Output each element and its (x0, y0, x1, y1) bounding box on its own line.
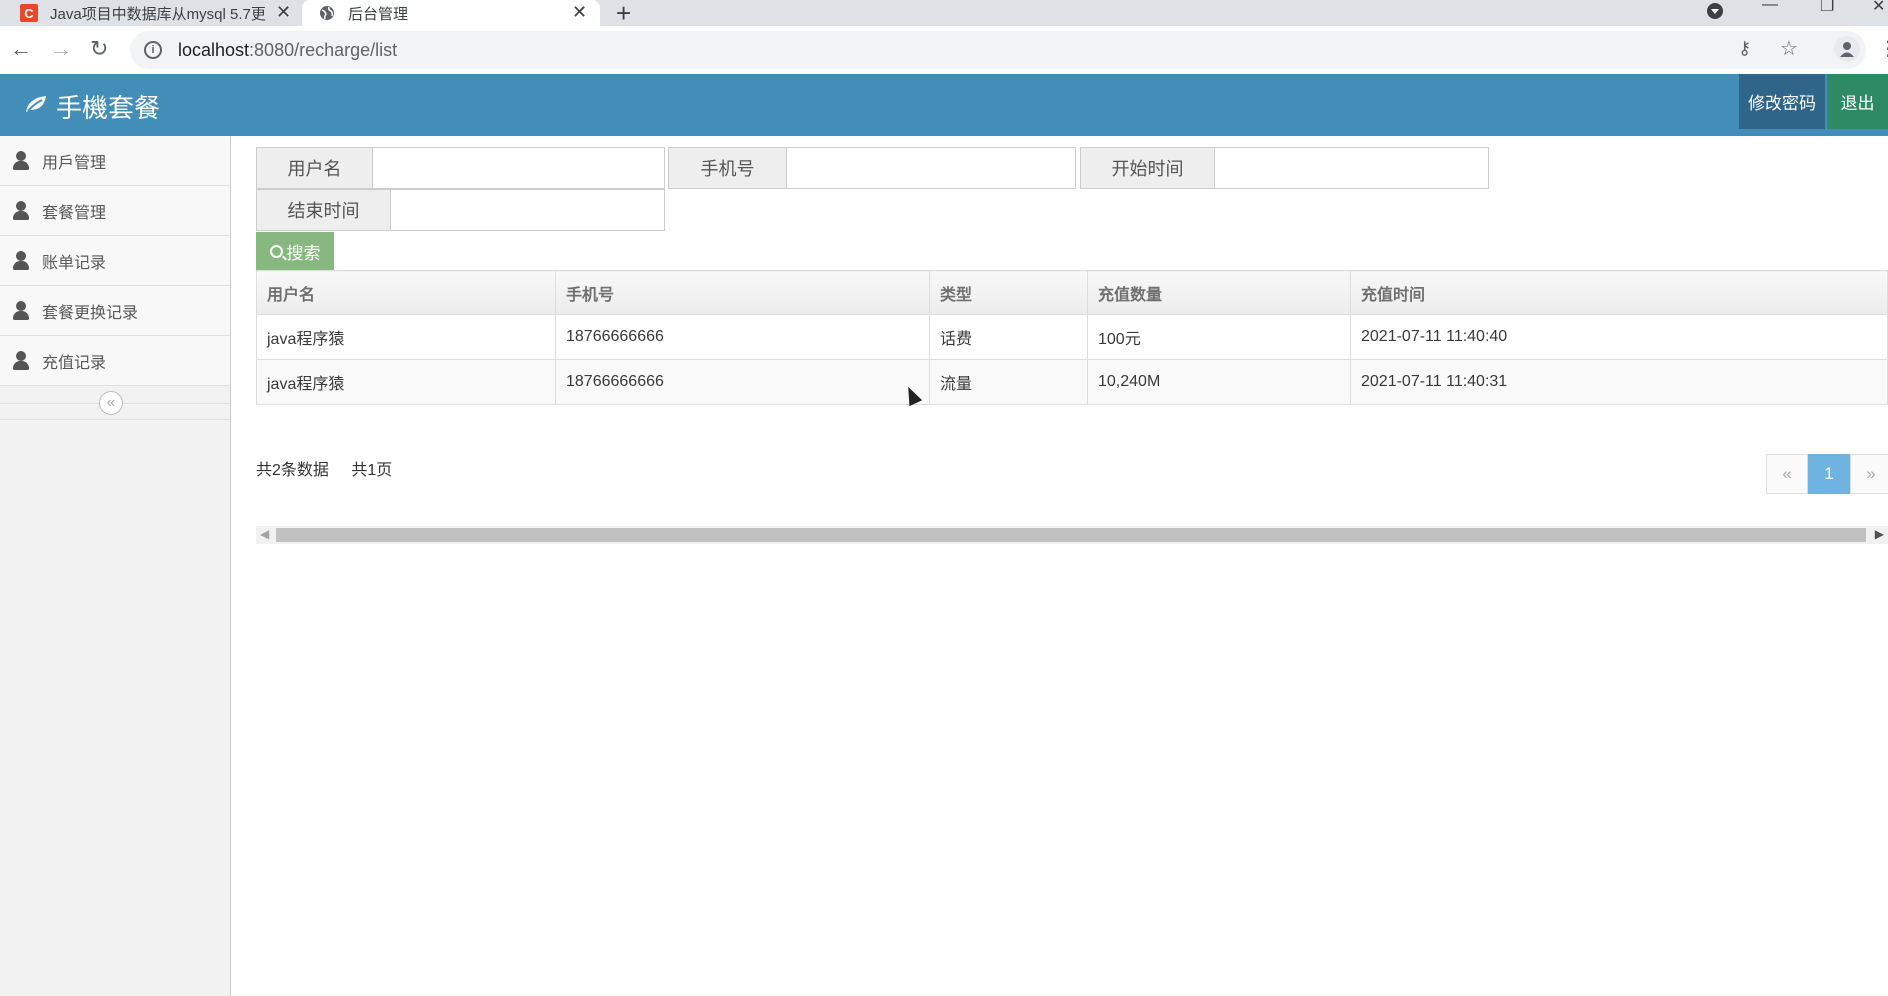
phone-search-group: 手机号 (668, 147, 1076, 189)
app-title: 手機套餐 (56, 93, 161, 123)
end-time-search-group: 结束时间 (256, 189, 665, 231)
search-button-label: 搜索 (286, 243, 321, 263)
close-tab-icon[interactable]: ✕ (572, 2, 587, 23)
browser-tab-2[interactable]: 后台管理 ✕ (302, 0, 600, 26)
table-cell: 2021-07-11 11:40:31 (1350, 359, 1888, 405)
start-time-label: 开始时间 (1081, 148, 1215, 188)
tab-title: 后台管理 (348, 5, 409, 23)
close-tab-icon[interactable]: ✕ (276, 2, 291, 23)
end-time-label: 结束时间 (257, 190, 391, 230)
minimize-icon[interactable]: — (1762, 0, 1778, 14)
tab-title: Java项目中数据库从mysql 5.7更 (50, 5, 266, 23)
user-icon (12, 200, 30, 221)
logout-button[interactable]: 退出 (1827, 74, 1888, 129)
browser-tab-bar: C Java项目中数据库从mysql 5.7更 ✕ 后台管理 ✕ + — ❐ ✕ (0, 0, 1888, 29)
phone-label: 手机号 (669, 148, 787, 188)
user-icon (12, 150, 30, 171)
address-bar[interactable]: i localhost :8080/recharge/list ⚷ ☆ ⋮ (130, 31, 1888, 69)
sidebar: 用戶管理 套餐管理 账单记录 套餐更换记录 充值记录 « (0, 136, 231, 996)
sidebar-item-packages[interactable]: 套餐管理 (0, 186, 230, 236)
user-icon (12, 350, 30, 371)
table-cell: 18766666666 (555, 314, 930, 360)
username-search-group: 用户名 (256, 147, 665, 189)
start-time-search-group: 开始时间 (1080, 147, 1489, 189)
search-button[interactable]: 搜索 (256, 232, 334, 270)
scrollbar-thumb[interactable] (276, 528, 1866, 542)
table-row[interactable]: java程序猿 18766666666 话费 100元 2021-07-11 1… (256, 314, 1888, 360)
browser-tab-1[interactable]: C Java项目中数据库从mysql 5.7更 ✕ (0, 0, 300, 26)
recharge-table: 用户名 手机号 类型 充值数量 充值时间 java程序猿 18766666666… (256, 270, 1888, 405)
sidebar-item-label: 账单记录 (42, 254, 107, 272)
sidebar-item-users[interactable]: 用戶管理 (0, 136, 230, 186)
column-header: 类型 (929, 270, 1088, 315)
user-icon (12, 250, 30, 271)
start-time-input[interactable] (1215, 148, 1488, 188)
collapse-sidebar-icon[interactable]: « (99, 391, 123, 415)
phone-input[interactable] (787, 148, 1075, 188)
table-cell: 2021-07-11 11:40:40 (1350, 314, 1888, 360)
star-icon[interactable]: ☆ (1780, 36, 1798, 61)
table-cell: 流量 (929, 359, 1088, 405)
sidebar-item-bills[interactable]: 账单记录 (0, 236, 230, 286)
restore-icon[interactable]: ❐ (1820, 0, 1834, 16)
tab-favicon: C (20, 4, 38, 22)
username-input[interactable] (373, 148, 664, 188)
pagination: « 1 » (1766, 454, 1888, 494)
forward-icon[interactable]: → (50, 36, 72, 62)
profile-avatar-icon[interactable] (1834, 36, 1860, 62)
table-cell: java程序猿 (256, 314, 556, 360)
column-header: 充值数量 (1087, 270, 1351, 315)
sidebar-item-label: 充值记录 (42, 354, 107, 372)
menu-icon[interactable]: ⋮ (1878, 36, 1888, 61)
table-cell: 18766666666 (555, 359, 930, 405)
leaf-icon (24, 93, 48, 121)
site-info-icon[interactable]: i (144, 41, 162, 59)
column-header: 充值时间 (1350, 270, 1888, 315)
key-icon[interactable]: ⚷ (1738, 38, 1751, 59)
sidebar-item-label: 套餐管理 (42, 204, 107, 222)
horizontal-scrollbar[interactable]: ◀ ▶ (256, 526, 1888, 544)
search-icon (269, 244, 283, 258)
change-password-button[interactable]: 修改密码 (1739, 74, 1825, 129)
sidebar-collapse-bar: « (0, 386, 230, 420)
table-header-row: 用户名 手机号 类型 充值数量 充值时间 (256, 270, 1888, 315)
sidebar-item-recharge[interactable]: 充值记录 (0, 336, 230, 386)
url-host: localhost (178, 39, 250, 60)
sidebar-item-package-changes[interactable]: 套餐更换记录 (0, 286, 230, 336)
url-path: :8080/recharge/list (249, 39, 398, 60)
page-1-button[interactable]: 1 (1808, 454, 1850, 494)
table-cell: java程序猿 (256, 359, 556, 405)
column-header: 手机号 (555, 270, 930, 315)
reload-icon[interactable]: ↻ (90, 36, 108, 62)
sidebar-item-label: 用戶管理 (42, 154, 107, 172)
globe-icon (318, 4, 336, 22)
app-header: 手機套餐 修改密码 退出 (0, 74, 1888, 136)
column-header: 用户名 (256, 270, 556, 315)
app-logo[interactable]: 手機套餐 (24, 88, 160, 125)
table-cell: 100元 (1087, 314, 1351, 360)
next-page-button[interactable]: » (1850, 454, 1888, 494)
table-cell: 话费 (929, 314, 1088, 360)
new-tab-icon[interactable]: + (616, 0, 631, 29)
sidebar-item-label: 套餐更换记录 (42, 304, 139, 322)
user-icon (12, 300, 30, 321)
username-label: 用户名 (257, 148, 373, 188)
profile-dropdown-icon[interactable] (1706, 2, 1724, 25)
total-records: 共2条数据 (256, 462, 329, 479)
table-row[interactable]: java程序猿 18766666666 流量 10,240M 2021-07-1… (256, 359, 1888, 405)
table-cell: 10,240M (1087, 359, 1351, 405)
scroll-left-icon[interactable]: ◀ (260, 527, 269, 541)
total-pages: 共1页 (351, 462, 393, 479)
end-time-input[interactable] (391, 190, 664, 230)
back-icon[interactable]: ← (10, 36, 32, 62)
prev-page-button[interactable]: « (1766, 454, 1808, 494)
scroll-right-icon[interactable]: ▶ (1875, 527, 1884, 541)
close-window-icon[interactable]: ✕ (1872, 0, 1885, 16)
page-info: 共2条数据 共1页 (256, 456, 410, 480)
